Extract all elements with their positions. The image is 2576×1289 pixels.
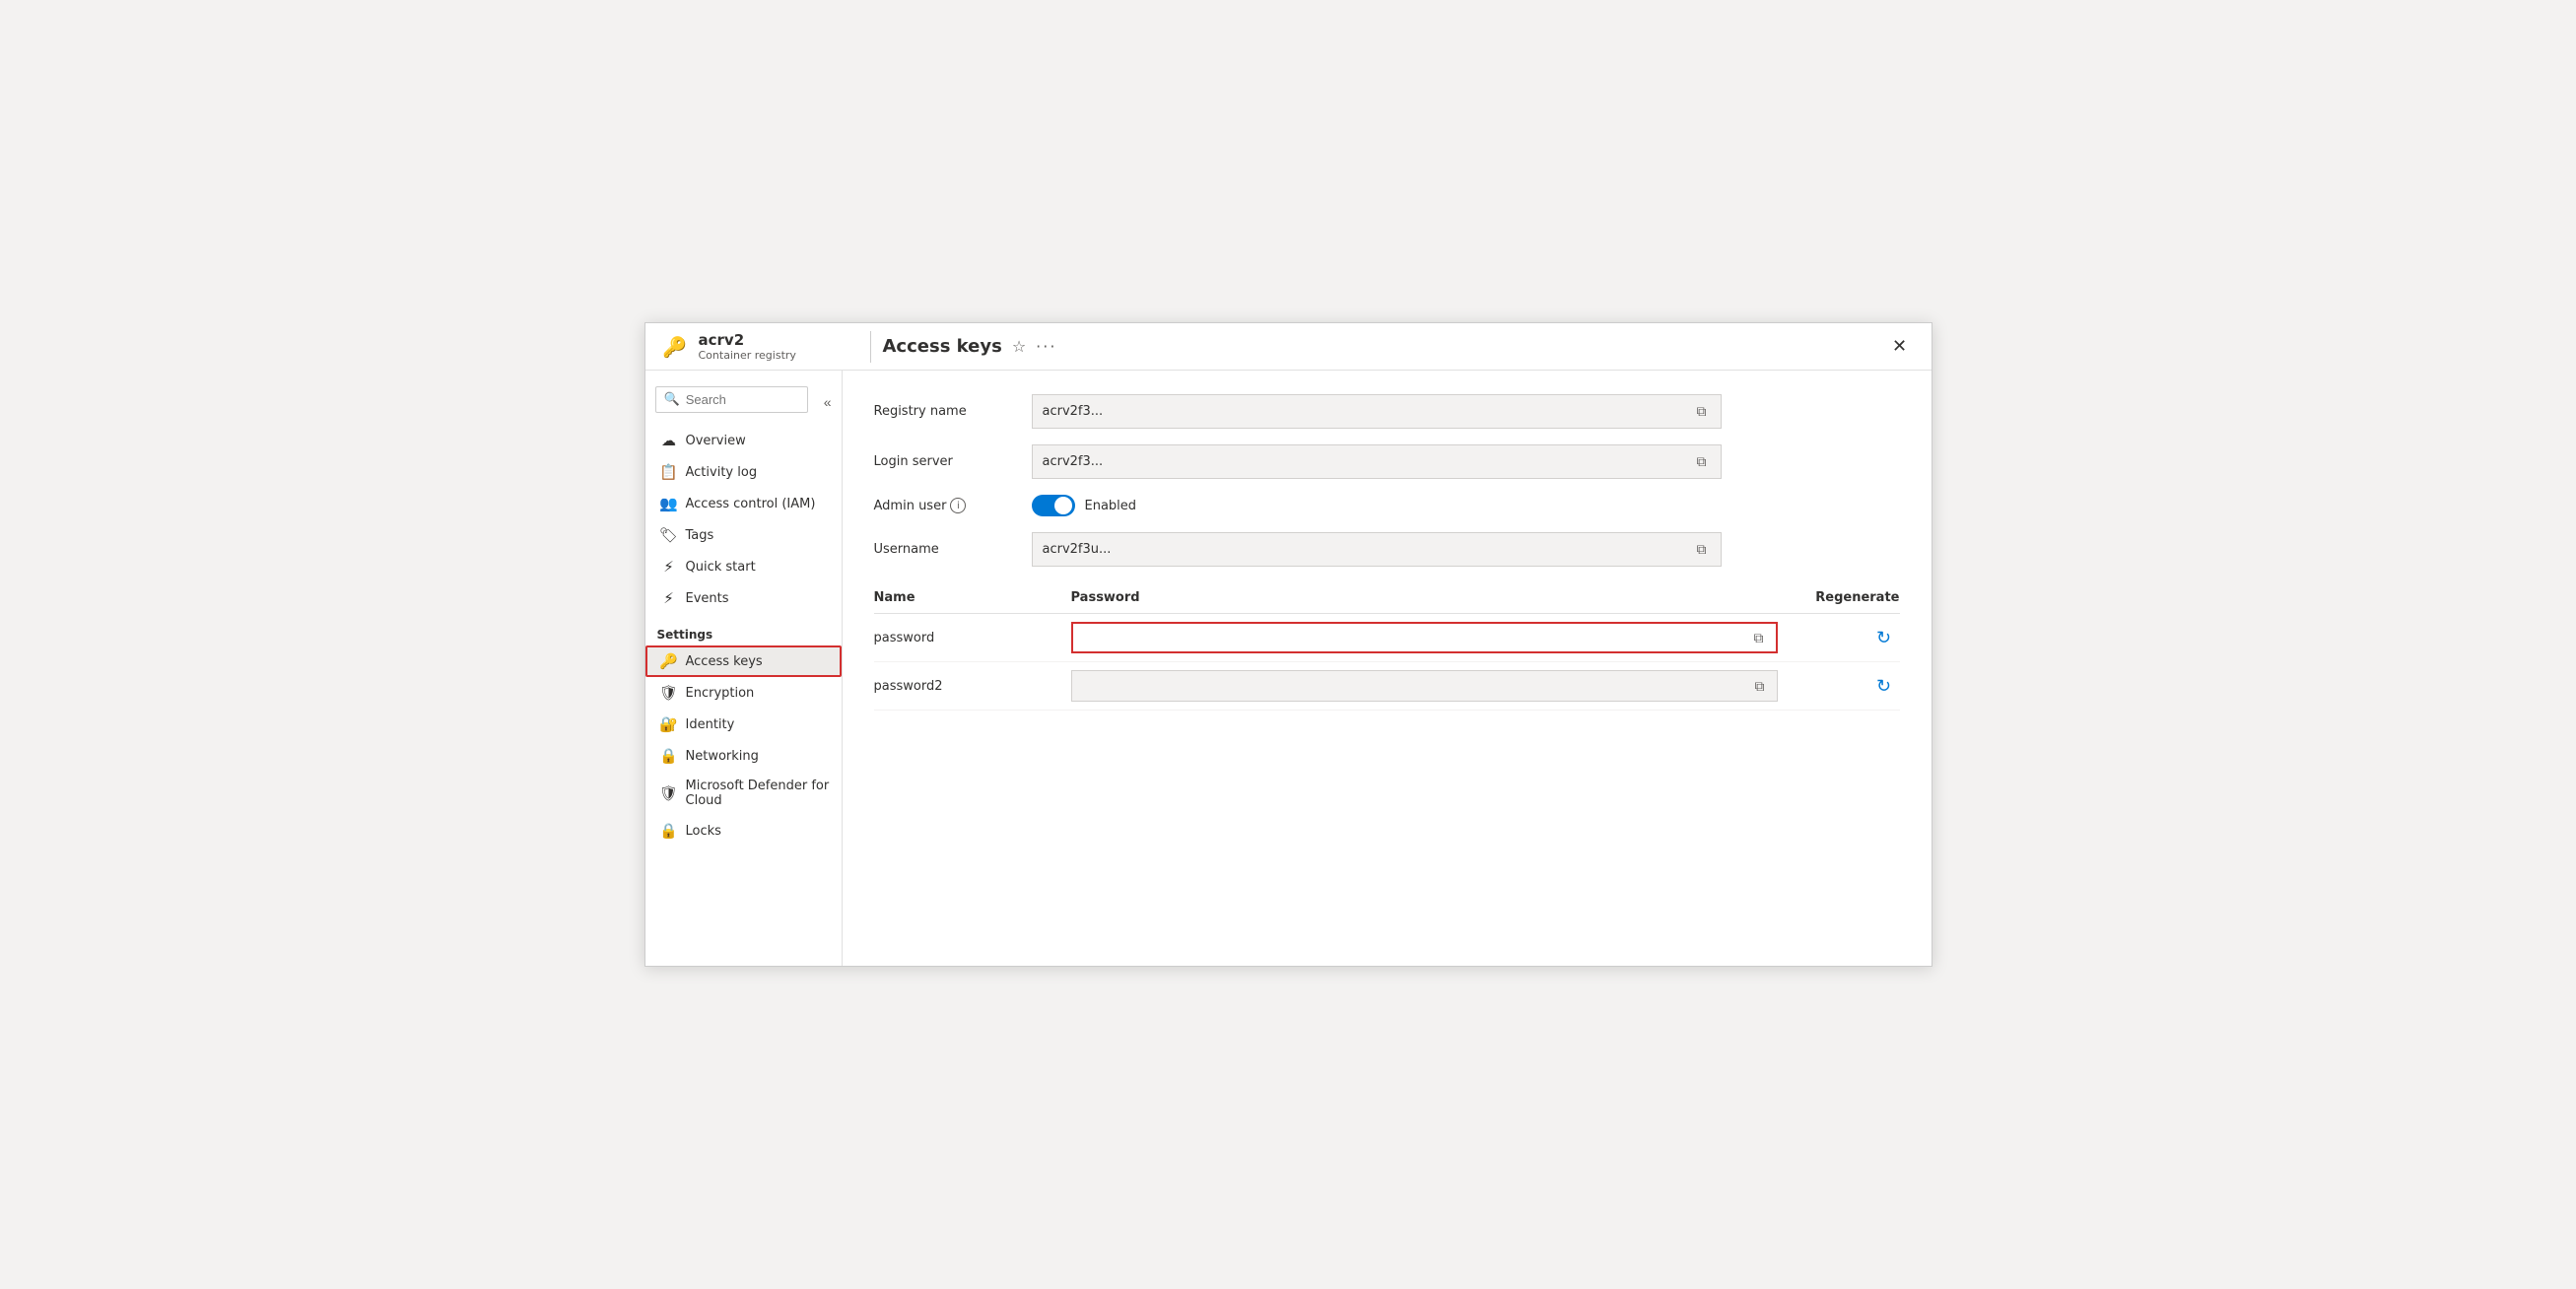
table-header: Name Password Regenerate [874, 582, 1900, 614]
admin-user-toggle[interactable] [1032, 495, 1075, 516]
password-copy-button-1[interactable]: ⧉ [1750, 628, 1768, 648]
main-content: Registry name acrv2f3... ⧉ Login server … [843, 371, 1932, 966]
app-subtitle: Container registry [699, 349, 796, 362]
login-server-label: Login server [874, 454, 1032, 469]
events-icon: ⚡ [660, 589, 678, 607]
search-icon: 🔍 [664, 392, 680, 407]
login-server-value: acrv2f3... [1043, 454, 1693, 469]
sidebar-item-access-control[interactable]: 👥 Access control (IAM) [645, 488, 842, 519]
sidebar-item-tags[interactable]: 🏷 Tags [645, 519, 842, 551]
admin-user-toggle-container: Enabled [1032, 495, 1137, 516]
sidebar-item-networking[interactable]: 🔒 Networking [645, 740, 842, 772]
col-name-header: Name [874, 590, 1071, 605]
login-server-copy-button[interactable]: ⧉ [1693, 451, 1711, 472]
quick-start-icon: ⚡ [660, 558, 678, 576]
sidebar-item-label: Locks [686, 824, 721, 839]
more-options-icon[interactable]: ··· [1036, 337, 1056, 356]
sidebar-item-label: Access keys [686, 654, 763, 669]
password-field-1-container: ⧉ [1071, 622, 1782, 653]
app-title-block: acrv2 Container registry [699, 331, 796, 362]
sidebar-item-label: Overview [686, 434, 746, 448]
locks-icon: 🔒 [660, 822, 678, 840]
search-row: 🔍 « [645, 378, 842, 425]
passwords-table: Name Password Regenerate password ⧉ ↻ [874, 582, 1900, 711]
encryption-icon: 🛡 [660, 684, 678, 702]
sidebar-item-label: Identity [686, 717, 735, 732]
sidebar-item-label: Microsoft Defender for Cloud [686, 779, 830, 808]
registry-name-row: Registry name acrv2f3... ⧉ [874, 394, 1900, 429]
sidebar-item-label: Encryption [686, 686, 755, 701]
access-control-icon: 👥 [660, 495, 678, 512]
app-title: acrv2 [699, 331, 796, 349]
registry-name-label: Registry name [874, 404, 1032, 419]
sidebar-item-label: Access control (IAM) [686, 497, 816, 511]
password-input-1[interactable]: ⧉ [1071, 622, 1778, 653]
admin-user-enabled-label: Enabled [1085, 499, 1137, 513]
password-copy-button-2[interactable]: ⧉ [1751, 676, 1769, 697]
registry-name-field: acrv2f3... ⧉ [1032, 394, 1722, 429]
sidebar-item-defender[interactable]: 🛡 Microsoft Defender for Cloud [645, 772, 842, 815]
registry-name-value: acrv2f3... [1043, 404, 1693, 419]
sidebar-item-activity-log[interactable]: 📋 Activity log [645, 456, 842, 488]
sidebar-item-label: Activity log [686, 465, 758, 480]
tags-icon: 🏷 [660, 526, 678, 544]
activity-log-icon: 📋 [660, 463, 678, 481]
top-bar: 🔑 acrv2 Container registry Access keys ☆… [645, 323, 1932, 371]
sidebar: 🔍 « ☁ Overview 📋 Activity log 👥 Access c… [645, 371, 843, 966]
regenerate-button-1[interactable]: ↻ [1868, 622, 1900, 653]
sidebar-item-quick-start[interactable]: ⚡ Quick start [645, 551, 842, 582]
username-copy-button[interactable]: ⧉ [1693, 539, 1711, 560]
admin-user-label: Admin user i [874, 498, 1032, 513]
settings-section-label: Settings [645, 614, 842, 645]
sidebar-item-events[interactable]: ⚡ Events [645, 582, 842, 614]
sidebar-item-label: Quick start [686, 560, 756, 575]
close-button[interactable]: ✕ [1884, 331, 1916, 363]
col-password-header: Password [1071, 590, 1782, 605]
registry-name-copy-button[interactable]: ⧉ [1693, 401, 1711, 422]
sidebar-item-label: Tags [686, 528, 714, 543]
admin-user-row: Admin user i Enabled [874, 495, 1900, 516]
login-server-field: acrv2f3... ⧉ [1032, 444, 1722, 479]
identity-icon: 🔐 [660, 715, 678, 733]
admin-user-info-icon[interactable]: i [950, 498, 966, 513]
sidebar-item-locks[interactable]: 🔒 Locks [645, 815, 842, 847]
regenerate-container-1: ↻ [1782, 622, 1900, 653]
app-info: 🔑 acrv2 Container registry [661, 331, 858, 362]
title-divider [870, 331, 871, 363]
table-row: password ⧉ ↻ [874, 614, 1900, 662]
search-box[interactable]: 🔍 [655, 386, 808, 413]
password-field-2-container: ⧉ [1071, 670, 1782, 702]
login-server-row: Login server acrv2f3... ⧉ [874, 444, 1900, 479]
app-icon: 🔑 [661, 333, 689, 361]
username-label: Username [874, 542, 1032, 557]
networking-icon: 🔒 [660, 747, 678, 765]
toggle-knob [1054, 497, 1072, 514]
password-name-2: password2 [874, 679, 1071, 694]
sidebar-item-label: Networking [686, 749, 759, 764]
page-title-bar: Access keys ☆ ··· [883, 336, 1884, 357]
defender-icon: 🛡 [660, 784, 678, 802]
col-regenerate-header: Regenerate [1782, 590, 1900, 605]
overview-icon: ☁ [660, 432, 678, 449]
sidebar-item-label: Events [686, 591, 729, 606]
sidebar-item-overview[interactable]: ☁ Overview [645, 425, 842, 456]
access-keys-icon: 🔑 [660, 652, 678, 670]
collapse-button[interactable]: « [818, 394, 838, 410]
username-value: acrv2f3u... [1043, 542, 1693, 557]
search-input[interactable] [686, 392, 799, 407]
main-window: 🔑 acrv2 Container registry Access keys ☆… [644, 322, 1932, 967]
page-title: Access keys [883, 336, 1002, 357]
body: 🔍 « ☁ Overview 📋 Activity log 👥 Access c… [645, 371, 1932, 966]
favorite-icon[interactable]: ☆ [1012, 337, 1026, 356]
regenerate-button-2[interactable]: ↻ [1868, 670, 1900, 702]
table-row: password2 ⧉ ↻ [874, 662, 1900, 711]
regenerate-container-2: ↻ [1782, 670, 1900, 702]
username-row: Username acrv2f3u... ⧉ [874, 532, 1900, 567]
sidebar-item-identity[interactable]: 🔐 Identity [645, 709, 842, 740]
password-name-1: password [874, 631, 1071, 645]
password-input-2[interactable]: ⧉ [1071, 670, 1778, 702]
sidebar-item-encryption[interactable]: 🛡 Encryption [645, 677, 842, 709]
username-field: acrv2f3u... ⧉ [1032, 532, 1722, 567]
sidebar-item-access-keys[interactable]: 🔑 Access keys [645, 645, 842, 677]
